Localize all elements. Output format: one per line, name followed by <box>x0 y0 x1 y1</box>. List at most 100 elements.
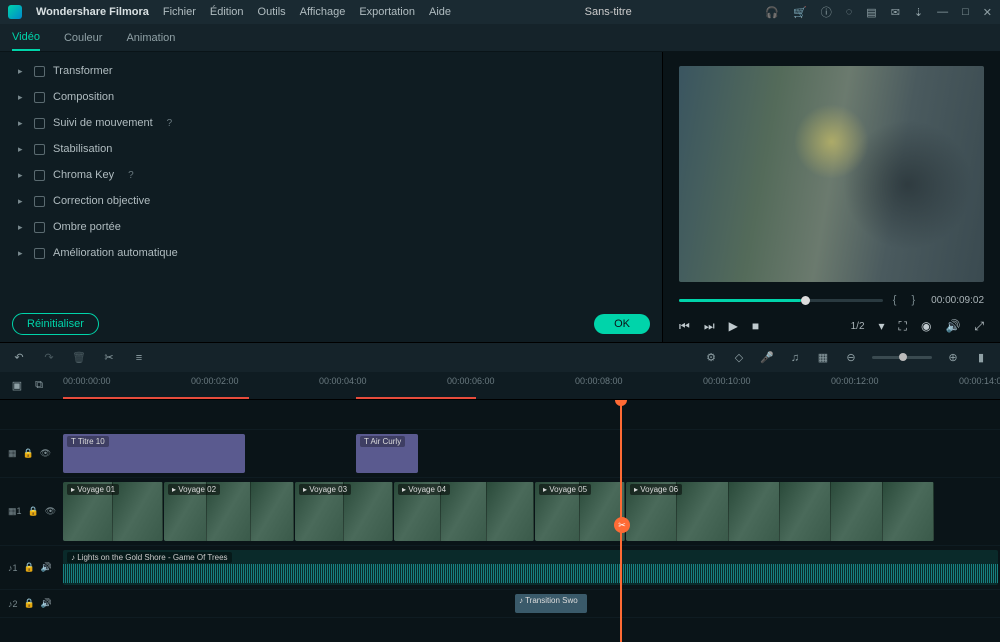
speaker-icon[interactable]: 🔊 <box>41 562 52 573</box>
account-icon[interactable]: ◌ <box>846 6 853 18</box>
caret-right-icon: ▸ <box>18 92 26 103</box>
prop-row-3[interactable]: ▸ Stabilisation <box>0 136 662 162</box>
prop-row-2[interactable]: ▸ Suivi de mouvement ? <box>0 110 662 136</box>
split-marker-icon[interactable]: ✂ <box>614 517 630 533</box>
checkbox[interactable] <box>34 196 45 207</box>
minimize-icon[interactable]: — <box>937 6 948 18</box>
title-clip[interactable]: T Titre 10 <box>63 434 245 473</box>
lock-icon[interactable]: 🔒 <box>28 506 39 517</box>
preview-progress[interactable] <box>679 299 883 302</box>
link-icon[interactable]: ⧉ <box>32 379 46 392</box>
menu-edit[interactable]: Édition <box>210 6 244 18</box>
prop-label: Ombre portée <box>53 221 121 233</box>
headphones-icon[interactable]: 🎧 <box>765 6 779 19</box>
app-name: Wondershare Filmora <box>36 6 149 18</box>
caret-right-icon: ▸ <box>18 118 26 129</box>
split-icon[interactable]: ✂ <box>102 351 116 364</box>
checkbox[interactable] <box>34 170 45 181</box>
menu-file[interactable]: Fichier <box>163 6 196 18</box>
tab-animation[interactable]: Animation <box>126 26 175 50</box>
preview-panel: { } 00:00:09:02 ⏮ ⏭ ▶ ■ 1/2 ▾ ⛶ ◉ 🔊 ⤢ <box>662 52 1000 342</box>
zoom-in-icon[interactable]: ⊕ <box>946 351 960 364</box>
menu-export[interactable]: Exportation <box>359 6 415 18</box>
gear-icon[interactable]: ⚙ <box>704 351 718 364</box>
caret-right-icon: ▸ <box>18 144 26 155</box>
delete-icon[interactable]: 🗑 <box>72 351 86 364</box>
prop-row-4[interactable]: ▸ Chroma Key ? <box>0 162 662 188</box>
undo-icon[interactable]: ↶ <box>12 351 26 364</box>
prop-row-0[interactable]: ▸ Transformer <box>0 58 662 84</box>
ok-button[interactable]: OK <box>594 314 650 334</box>
speaker-icon[interactable]: 🔊 <box>41 598 52 609</box>
prop-row-7[interactable]: ▸ Amélioration automatique <box>0 240 662 266</box>
preview-ratio[interactable]: 1/2 <box>851 321 865 332</box>
reset-button[interactable]: Réinitialiser <box>12 313 99 335</box>
maximize-icon[interactable]: □ <box>962 6 969 18</box>
fullscreen-icon[interactable]: ⛶ <box>899 319 907 334</box>
bracket-markers: { } <box>893 294 921 306</box>
menu-view[interactable]: Affichage <box>300 6 346 18</box>
step-fwd-icon[interactable]: ⏭ <box>704 319 715 334</box>
mail-icon[interactable]: ✉ <box>891 6 900 19</box>
stop-icon[interactable]: ■ <box>752 319 759 333</box>
preview-canvas[interactable] <box>679 66 984 282</box>
adjust-icon[interactable]: ≡ <box>132 352 146 364</box>
info-icon[interactable]: ⓘ <box>821 4 832 20</box>
checkbox[interactable] <box>34 222 45 233</box>
redo-icon[interactable]: ↷ <box>42 351 56 364</box>
title-clip[interactable]: T Air Curly <box>356 434 418 473</box>
prop-row-5[interactable]: ▸ Correction objective <box>0 188 662 214</box>
prop-row-6[interactable]: ▸ Ombre portée <box>0 214 662 240</box>
checkbox[interactable] <box>34 144 45 155</box>
track-head-title: ▦🔒👁 <box>0 448 60 459</box>
menu-help[interactable]: Aide <box>429 6 451 18</box>
fit-icon[interactable]: ▮ <box>974 351 988 364</box>
tab-video[interactable]: Vidéo <box>12 25 40 51</box>
close-icon[interactable]: ✕ <box>983 6 992 19</box>
zoom-out-icon[interactable]: ⊖ <box>844 351 858 364</box>
lock-icon[interactable]: 🔒 <box>24 562 35 573</box>
prop-label: Suivi de mouvement <box>53 117 153 129</box>
video-clip[interactable]: ▸ Voyage 02 <box>164 482 294 541</box>
mixer-icon[interactable]: ♫ <box>788 352 802 364</box>
lock-icon[interactable]: 🔒 <box>24 598 35 609</box>
marker-icon[interactable]: ◇ <box>732 351 746 364</box>
help-icon[interactable]: ? <box>128 170 134 181</box>
caret-right-icon: ▸ <box>18 248 26 259</box>
cloud-icon[interactable]: ⇣ <box>914 6 923 19</box>
app-logo <box>8 5 22 19</box>
eye-icon[interactable]: 👁 <box>40 448 51 459</box>
checkbox[interactable] <box>34 92 45 103</box>
checkbox[interactable] <box>34 248 45 259</box>
video-clip[interactable]: ▸ Voyage 01 <box>63 482 163 541</box>
expand-icon[interactable]: ⤢ <box>974 319 984 334</box>
checkbox[interactable] <box>34 118 45 129</box>
eye-icon[interactable]: 👁 <box>45 506 56 517</box>
video-clip[interactable]: ▸ Voyage 03 <box>295 482 393 541</box>
prop-label: Amélioration automatique <box>53 247 178 259</box>
prop-row-1[interactable]: ▸ Composition <box>0 84 662 110</box>
lock-icon[interactable]: 🔒 <box>23 448 34 459</box>
grid-icon[interactable]: ▦ <box>816 351 830 364</box>
mic-icon[interactable]: 🎤 <box>760 351 774 364</box>
video-clip[interactable]: ▸ Voyage 06 <box>626 482 934 541</box>
track-options-icon[interactable]: ▣ <box>10 379 24 392</box>
tab-color[interactable]: Couleur <box>64 26 103 50</box>
cart-icon[interactable]: 🛒 <box>793 6 807 19</box>
step-back-icon[interactable]: ⏮ <box>679 319 690 334</box>
save-icon[interactable]: ▤ <box>866 6 876 19</box>
video-clip[interactable]: ▸ Voyage 05 <box>535 482 625 541</box>
transition-clip[interactable]: ♪ Transition Swo <box>515 594 587 613</box>
volume-icon[interactable]: 🔊 <box>945 319 960 333</box>
caret-right-icon: ▸ <box>18 66 26 77</box>
chevron-down-icon[interactable]: ▾ <box>879 319 885 333</box>
menu-tools[interactable]: Outils <box>258 6 286 18</box>
play-icon[interactable]: ▶ <box>729 319 738 333</box>
audio-clip[interactable]: ♪ Lights on the Gold Shore - Game Of Tre… <box>63 550 998 585</box>
help-icon[interactable]: ? <box>167 118 173 129</box>
video-clip[interactable]: ▸ Voyage 04 <box>394 482 534 541</box>
zoom-slider[interactable] <box>872 356 932 359</box>
snapshot-icon[interactable]: ◉ <box>921 319 931 333</box>
checkbox[interactable] <box>34 66 45 77</box>
clip-label: ▸ Voyage 05 <box>539 484 591 495</box>
